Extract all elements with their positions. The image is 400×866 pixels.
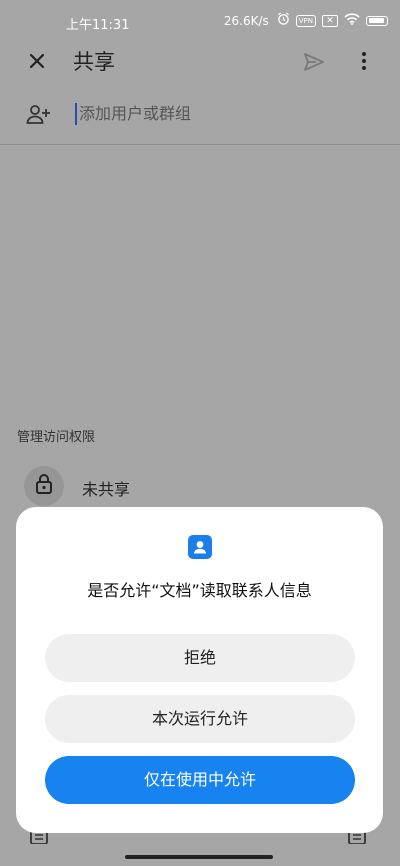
status-time: 上午11:31 — [66, 18, 130, 33]
deny-button[interactable]: 拒绝 — [45, 634, 355, 682]
no-sim-icon: ✕ — [322, 14, 338, 27]
vpn-badge: VPN — [295, 14, 316, 27]
allow-once-button[interactable]: 本次运行允许 — [45, 695, 355, 743]
manage-access-heading: 管理访问权限 — [17, 430, 96, 445]
more-vert-icon[interactable] — [352, 49, 376, 73]
status-bar: 上午11:31 26.6K/s VPN ✕ — [0, 0, 400, 44]
lock-icon — [34, 473, 54, 499]
divider — [0, 144, 400, 145]
access-status-label[interactable]: 未共享 — [82, 476, 130, 500]
status-indicators: 26.6K/s VPN ✕ — [224, 12, 388, 29]
close-icon[interactable] — [24, 48, 50, 74]
home-indicator[interactable] — [125, 855, 273, 859]
permission-message: 是否允许“文档”读取联系人信息 — [87, 581, 312, 600]
allow-while-using-button[interactable]: 仅在使用中允许 — [45, 756, 355, 804]
person-add-icon — [26, 103, 52, 127]
access-status-avatar — [24, 466, 64, 506]
add-people-input[interactable]: 添加用户或群组 — [75, 103, 191, 125]
send-icon[interactable] — [302, 50, 326, 74]
page-title: 共享 — [73, 50, 115, 74]
app-bar: 共享 — [0, 40, 400, 84]
battery-icon — [366, 15, 388, 26]
network-speed: 26.6K/s — [223, 13, 269, 28]
permission-dialog: 是否允许“文档”读取联系人信息 拒绝 本次运行允许 仅在使用中允许 — [16, 507, 383, 833]
wifi-icon — [344, 12, 360, 29]
add-people-row[interactable]: 添加用户或群组 — [0, 97, 400, 137]
contacts-icon — [188, 535, 212, 559]
alarm-icon — [277, 12, 290, 29]
